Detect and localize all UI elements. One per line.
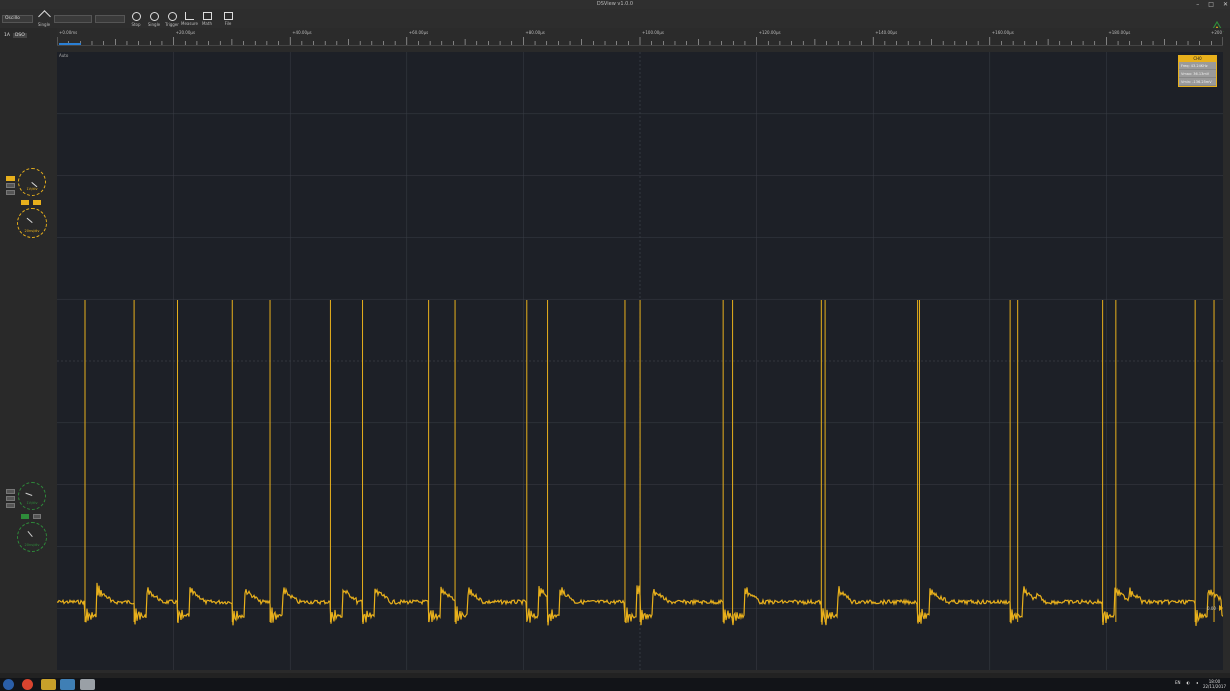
single-run-button[interactable]: Single: [146, 12, 162, 27]
sample-rate-select[interactable]: [95, 15, 125, 23]
file-icon: [223, 12, 233, 20]
ch1-coupling-button[interactable]: [6, 496, 15, 501]
math-icon: [202, 12, 212, 20]
ruler-tick-label: +20.00μs: [176, 30, 195, 35]
channel-panel: 1A DSO 1V/div 20ns/div 1V/div 20ns/div: [0, 28, 50, 674]
mode-select[interactable]: Oscillo: [2, 15, 33, 23]
measure-vmax: Vmax: 36.13mV: [1179, 70, 1216, 78]
taxi-app-icon[interactable]: [41, 679, 56, 690]
waveform-canvas: 0.00: [57, 52, 1223, 670]
window-title: DSView v1.0.0: [596, 1, 634, 7]
ch0-enable-button[interactable]: [6, 176, 15, 181]
ch1-on-button[interactable]: [21, 514, 29, 519]
ruler-tick-label: +180.00μs: [1108, 30, 1130, 35]
sample-depth-select[interactable]: [54, 15, 92, 23]
file-button[interactable]: File: [220, 12, 236, 26]
app-taskbar-icon[interactable]: [80, 679, 95, 690]
measure-vmin: Vmin: -136.25mV: [1179, 78, 1216, 86]
ruler-tick-label: +0.00ms: [59, 30, 77, 35]
clock[interactable]: 18:00 22/11/2017: [1203, 679, 1226, 689]
ruler-tick-label: +140.00μs: [875, 30, 897, 35]
volume-icon[interactable]: ◂: [1196, 680, 1198, 685]
math-button[interactable]: Math: [199, 12, 215, 26]
dsview-window: DSView v1.0.0 – □ ✕ Oscillo Single Stop …: [0, 0, 1230, 691]
minimize-icon[interactable]: –: [1196, 1, 1199, 8]
system-tray[interactable]: EN ◐ ◂: [1175, 680, 1198, 685]
ruler-tick-label: +160.00μs: [992, 30, 1014, 35]
ch0-gain-button[interactable]: [6, 190, 15, 195]
ch1-x1-button[interactable]: [33, 514, 41, 519]
windows-start-icon[interactable]: [3, 679, 14, 690]
run-status: 1A DSO: [4, 33, 27, 38]
ruler-tick-label: +60.00μs: [409, 30, 428, 35]
ch0-offset-knob[interactable]: 20ns/div: [17, 208, 47, 238]
ch0-x1-button[interactable]: [33, 200, 41, 205]
chrome-icon[interactable]: [22, 679, 33, 690]
ch0-on-button[interactable]: [21, 200, 29, 205]
taskbar: EN ◐ ◂ 18:00 22/11/2017: [0, 678, 1230, 691]
close-icon[interactable]: ✕: [1223, 1, 1228, 8]
ruler-ticks: +0.00ms +20.00μs +40.00μs +60.00μs +80.00μs +…: [56, 30, 1224, 45]
measure-button[interactable]: Measure: [181, 12, 198, 26]
toolbar: Oscillo Single Stop Single Trigger Measu…: [0, 9, 1230, 33]
ruler-tick-label: +200: [1211, 30, 1222, 35]
ch1-enable-button[interactable]: [6, 489, 15, 494]
single-icon: [149, 12, 159, 21]
ch1-gain-button[interactable]: [6, 503, 15, 508]
single-button[interactable]: Single: [36, 10, 52, 27]
title-bar: DSView v1.0.0 – □ ✕: [0, 0, 1230, 9]
ch0-coupling-button[interactable]: [6, 183, 15, 188]
maximize-icon[interactable]: □: [1208, 1, 1214, 8]
waveform-view[interactable]: 0.00 Auto CH0 Freq: 43.24KHz Vmax: 36.13…: [57, 52, 1223, 670]
ch0-voltage-knob[interactable]: 1V/div: [18, 168, 46, 196]
window-controls: – □ ✕: [1196, 1, 1228, 8]
time-ruler[interactable]: +0.00ms +20.00μs +40.00μs +60.00μs +80.00μs +…: [56, 28, 1224, 46]
network-icon[interactable]: ◐: [1186, 680, 1190, 685]
ruler-tick-label: +40.00μs: [292, 30, 311, 35]
ch1-voltage-knob[interactable]: 1V/div: [18, 482, 46, 510]
tools-icon: [37, 10, 51, 23]
stop-button[interactable]: Stop: [128, 12, 144, 27]
ch1-offset-knob[interactable]: 20ns/div: [17, 522, 47, 552]
measure-icon: [184, 12, 194, 20]
ruler-tick-label: +80.00μs: [525, 30, 544, 35]
ruler-tick-label: +120.00μs: [759, 30, 781, 35]
trigger-mode-label: Auto: [59, 53, 69, 58]
trigger-button[interactable]: Trigger: [164, 12, 180, 27]
trigger-icon: [167, 12, 177, 21]
ruler-tick-label: +100.00μs: [642, 30, 664, 35]
measure-freq: Freq: 43.24KHz: [1179, 62, 1216, 70]
view-position-indicator[interactable]: [59, 43, 81, 45]
trigger-level-label: 0.00: [1207, 606, 1216, 611]
stop-icon: [131, 12, 141, 21]
dsview-taskbar-icon[interactable]: [60, 679, 75, 690]
measure-panel[interactable]: CH0 Freq: 43.24KHz Vmax: 36.13mV Vmin: -…: [1178, 55, 1217, 87]
